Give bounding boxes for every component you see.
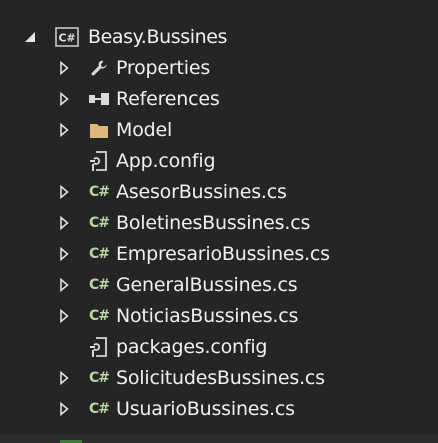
csharp-file-icon: C# bbox=[88, 239, 110, 269]
collapsed-arrow-icon[interactable] bbox=[55, 394, 73, 424]
csharp-file-icon: C# bbox=[88, 394, 110, 424]
references-icon bbox=[88, 84, 110, 114]
csharp-file-icon: C# bbox=[88, 270, 110, 300]
expanded-arrow-icon[interactable] bbox=[21, 22, 39, 52]
csharp-file-icon: C# bbox=[88, 208, 110, 238]
collapsed-arrow-icon[interactable] bbox=[55, 115, 73, 145]
csharp-file-icon-text: C# bbox=[88, 370, 110, 386]
tree-node-cs-file[interactable]: C# AsesorBussines.cs bbox=[0, 177, 438, 207]
tree-node-label: App.config bbox=[116, 150, 216, 172]
collapsed-arrow-icon[interactable] bbox=[55, 239, 73, 269]
tree-node-label: GeneralBussines.cs bbox=[116, 274, 298, 296]
tree-node-cs-file[interactable]: C# NoticiasBussines.cs bbox=[0, 301, 438, 331]
tree-node-model[interactable]: Model bbox=[0, 115, 438, 145]
solution-explorer-tree: C# Beasy.Bussines Properties References … bbox=[0, 0, 438, 443]
csharp-file-icon-text: C# bbox=[88, 401, 110, 417]
tree-node-label: References bbox=[116, 88, 220, 110]
csharp-file-icon-text: C# bbox=[88, 246, 110, 262]
collapsed-arrow-icon[interactable] bbox=[55, 363, 73, 393]
config-file-icon bbox=[88, 146, 110, 176]
collapsed-arrow-icon[interactable] bbox=[55, 301, 73, 331]
csharp-file-icon-text: C# bbox=[88, 277, 110, 293]
tree-node-label: Properties bbox=[116, 57, 211, 79]
csharp-file-icon-text: C# bbox=[88, 308, 110, 324]
tree-node-properties[interactable]: Properties bbox=[0, 53, 438, 83]
tree-node-label: Model bbox=[116, 119, 173, 141]
tree-node-label: AsesorBussines.cs bbox=[116, 181, 287, 203]
tree-node-label: NoticiasBussines.cs bbox=[116, 305, 299, 327]
collapsed-arrow-icon[interactable] bbox=[55, 177, 73, 207]
tree-node-label: BoletinesBussines.cs bbox=[116, 212, 311, 234]
collapsed-arrow-icon[interactable] bbox=[55, 53, 73, 83]
project-label: Beasy.Bussines bbox=[88, 26, 228, 48]
config-file-icon bbox=[88, 332, 110, 362]
tree-node-label: EmpresarioBussines.cs bbox=[116, 243, 330, 265]
tree-node-label: packages.config bbox=[116, 336, 268, 358]
collapsed-arrow-icon[interactable] bbox=[55, 84, 73, 114]
tree-node-label: SolicitudesBussines.cs bbox=[116, 367, 325, 389]
tree-node-project[interactable]: C# Beasy.Bussines bbox=[0, 22, 438, 52]
tree-node-cs-file[interactable]: C# GeneralBussines.cs bbox=[0, 270, 438, 300]
collapsed-arrow-icon[interactable] bbox=[55, 270, 73, 300]
tree-node-cs-file[interactable]: C# EmpresarioBussines.cs bbox=[0, 239, 438, 269]
tree-node-cs-file[interactable]: C# SolicitudesBussines.cs bbox=[0, 363, 438, 393]
csharp-file-icon-text: C# bbox=[88, 215, 110, 231]
csharp-file-icon-text: C# bbox=[88, 184, 110, 200]
csharp-file-icon: C# bbox=[88, 363, 110, 393]
tree-node-cs-file[interactable]: C# BoletinesBussines.cs bbox=[0, 208, 438, 238]
folder-icon bbox=[88, 115, 110, 145]
tree-node-references[interactable]: References bbox=[0, 84, 438, 114]
csharp-file-icon: C# bbox=[88, 301, 110, 331]
tree-node-label: UsuarioBussines.cs bbox=[116, 398, 295, 420]
tree-node-cs-file[interactable]: C# UsuarioBussines.cs bbox=[0, 394, 438, 424]
bottom-edge bbox=[0, 435, 438, 443]
csharp-project-icon: C# bbox=[54, 22, 80, 52]
tree-node-app-config[interactable]: App.config bbox=[0, 146, 438, 176]
csharp-project-icon-text: C# bbox=[59, 32, 76, 45]
csharp-file-icon: C# bbox=[88, 177, 110, 207]
wrench-icon bbox=[88, 53, 110, 83]
tree-node-packages-config[interactable]: packages.config bbox=[0, 332, 438, 362]
collapsed-arrow-icon[interactable] bbox=[55, 208, 73, 238]
